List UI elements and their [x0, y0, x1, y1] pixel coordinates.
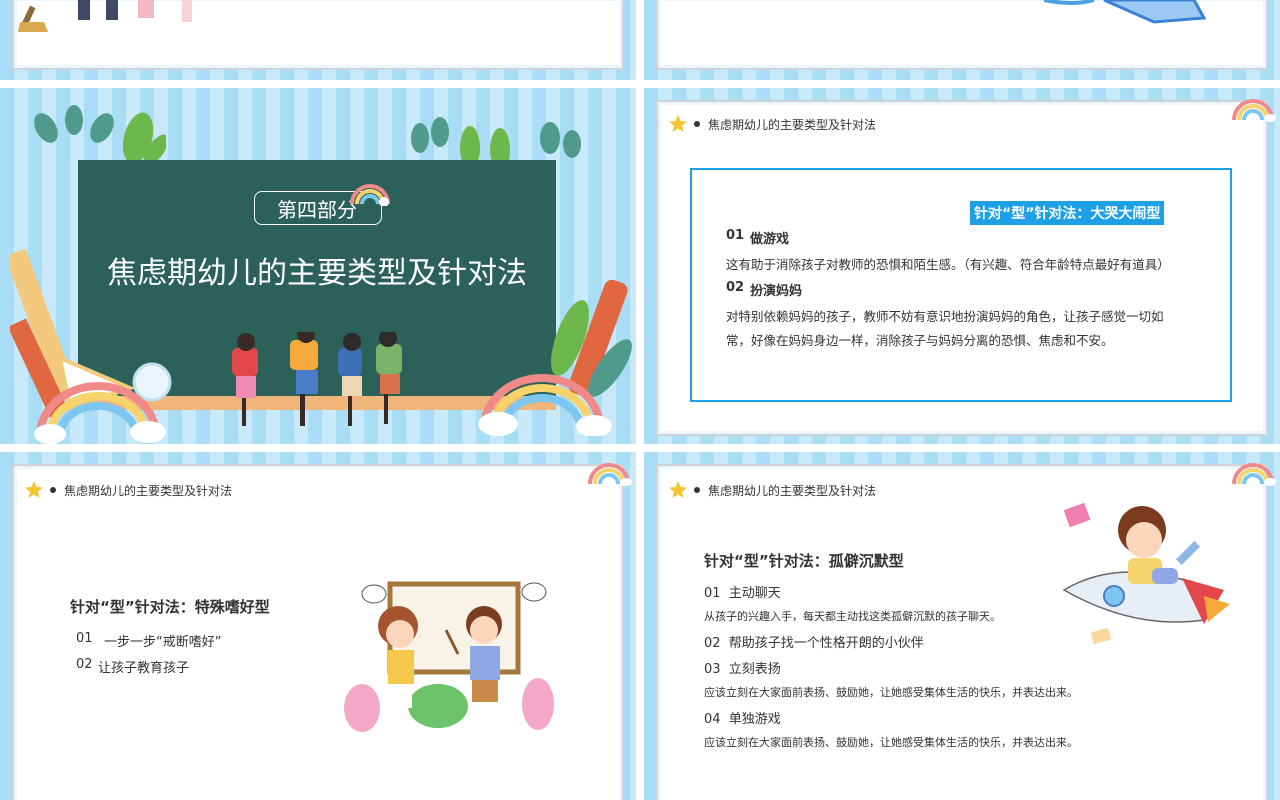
- children-cleaning-illustration: [18, 0, 192, 32]
- silent-item-01-label: 01 主动聊天: [704, 586, 781, 601]
- habit-heading: 针对“型”针对法：特殊嗜好型: [70, 598, 270, 616]
- rainbow-corner-icon: [1232, 99, 1276, 122]
- children-painting-illustration: [344, 581, 554, 732]
- silent-item-02-label: 02 帮助孩子找一个性格开朗的小伙伴: [704, 636, 924, 651]
- silent-item-04-desc: 应该立刻在大家面前表扬、鼓励她，让她感受集体生活的快乐，并表达出来。: [704, 736, 1078, 749]
- slide-thumbnail-top-right[interactable]: [644, 0, 1280, 80]
- star-icon: [669, 481, 687, 498]
- habit-item-01-num: 01: [76, 631, 93, 646]
- item-02-num: 02: [726, 280, 745, 295]
- rainbow-icon: [350, 184, 390, 206]
- bullet-dot: [694, 487, 700, 493]
- rainbow-corner-icon: [1232, 463, 1276, 486]
- header-title: 焦虑期幼儿的主要类型及针对法: [64, 483, 233, 498]
- header-title: 焦虑期幼儿的主要类型及针对法: [708, 483, 877, 498]
- rainbow-cloud-right: [478, 374, 612, 436]
- item-02-desc-line-2: 常，好像在妈妈身边一样，消除孩子与妈妈分离的恐惧、焦虑和不安。: [726, 333, 1114, 348]
- slide-header: 焦虑期幼儿的主要类型及针对法: [668, 480, 876, 500]
- bullet-dot: [694, 121, 700, 127]
- star-icon: [25, 481, 43, 498]
- bullet-dot: [50, 487, 56, 493]
- habit-item-01-text: 一步一步“戒断嗜好”: [104, 635, 222, 650]
- item-02-desc-line-1: 对特别依赖妈妈的孩子，教师不妨有意识地扮演妈妈的角色，让孩子感觉一切如: [726, 309, 1164, 324]
- book-illustration: [1044, 0, 1207, 24]
- star-icon: [669, 115, 687, 132]
- girl-on-rocket-illustration: [1062, 502, 1230, 645]
- slide-header: 焦虑期幼儿的主要类型及针对法: [24, 480, 232, 500]
- item-02-title: 扮演妈妈: [750, 284, 803, 299]
- habit-item-02-num: 02: [76, 657, 93, 672]
- slide-header: 焦虑期幼儿的主要类型及针对法: [668, 114, 876, 134]
- silent-item-03-desc: 应该立刻在大家面前表扬、鼓励她，让她感受集体生活的快乐，并表达出来。: [704, 686, 1078, 699]
- silent-item-01-desc: 从孩子的兴趣入手，每天都主动找这类孤僻沉默的孩子聊天。: [704, 610, 1001, 623]
- header-title: 焦虑期幼儿的主要类型及针对法: [708, 117, 877, 132]
- item-01-desc: 这有助于消除孩子对教师的恐惧和陌生感。（有兴趣、符合年龄特点最好有道具）: [726, 257, 1170, 272]
- slide-crying-type[interactable]: 焦虑期幼儿的主要类型及针对法 针对“型”针对法：大哭大闹型 01 做游戏 这有助…: [644, 88, 1280, 444]
- item-01-title: 做游戏: [750, 232, 790, 247]
- slide-thumbnail-top-left[interactable]: [0, 0, 636, 80]
- silent-item-04-label: 04 单独游戏: [704, 712, 781, 727]
- children-with-backpacks-illustration: [232, 332, 402, 426]
- slide-special-habit-type[interactable]: 焦虑期幼儿的主要类型及针对法 针对“型”针对法：特殊嗜好型 01 一步一步“戒断…: [0, 452, 636, 800]
- slide-silent-type[interactable]: 焦虑期幼儿的主要类型及针对法 针对“型”针对法：孤僻沉默型 01 主动聊天 从孩…: [644, 452, 1280, 800]
- rainbow-cloud-left: [34, 382, 166, 444]
- silent-heading: 针对“型”针对法：孤僻沉默型: [704, 552, 904, 570]
- silent-item-03-label: 03 立刻表扬: [704, 662, 781, 677]
- rainbow-corner-icon: [588, 463, 632, 486]
- item-01-num: 01: [726, 228, 745, 243]
- type-badge: 针对“型”针对法：大哭大闹型: [970, 201, 1165, 225]
- habit-item-02-text: 让孩子教育孩子: [98, 661, 190, 676]
- slide-section-title[interactable]: 第四部分 焦虑期幼儿的主要类型及针对法: [0, 88, 636, 444]
